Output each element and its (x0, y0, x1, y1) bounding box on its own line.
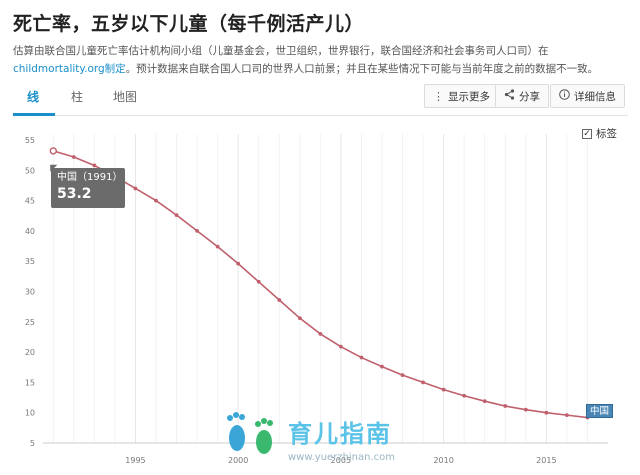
description-text: 估算由联合国儿童死亡率估计机构间小组（儿童基金会，世卫组织，世界银行，联合国经济… (13, 45, 549, 57)
y-axis: 5 10 15 20 25 30 35 40 45 50 55 (25, 136, 35, 448)
data-point (482, 399, 487, 404)
details-button[interactable]: 详细信息 (550, 84, 625, 108)
details-label: 详细信息 (574, 90, 616, 103)
y-tick-label: 30 (25, 288, 35, 297)
data-point (297, 316, 302, 321)
y-tick-label: 5 (30, 439, 35, 448)
tooltip-label: 中国（1991） (57, 172, 123, 183)
data-point (523, 407, 528, 412)
data-point (421, 380, 425, 385)
data-point (400, 373, 405, 378)
show-more-label: 显示更多 (448, 90, 490, 103)
description-text-2: 。预计数据来自联合国人口司的世界人口前景；并且在某些情况下可能与当前年度之前的数… (125, 63, 599, 75)
data-point (215, 244, 220, 249)
y-tick-label: 55 (25, 136, 35, 145)
data-point (503, 404, 508, 408)
labels-checkbox[interactable]: ✓ (582, 128, 592, 139)
y-tick-label: 40 (25, 227, 35, 236)
x-tick-label: 2000 (228, 456, 248, 465)
labels-toggle[interactable]: ✓ 标签 (582, 126, 617, 141)
y-tick-label: 15 (25, 378, 35, 387)
show-more-button[interactable]: ⋮ 显示更多 (424, 84, 499, 108)
x-tick-label: 2010 (433, 456, 453, 465)
share-icon (504, 89, 515, 103)
y-tick-label: 10 (25, 409, 35, 418)
data-point (359, 355, 364, 360)
data-point (92, 163, 97, 168)
y-tick-label: 20 (25, 348, 35, 357)
data-point (195, 229, 199, 233)
data-point (565, 413, 569, 418)
active-tab-indicator (13, 113, 55, 116)
x-tick-label: 1995 (125, 456, 145, 465)
more-vertical-icon: ⋮ (433, 89, 444, 103)
tab-map[interactable]: 地图 (113, 88, 137, 105)
x-axis: 1995 2000 2005 2010 2015 (125, 456, 556, 465)
y-tick-label: 50 (25, 166, 35, 175)
data-point (441, 387, 446, 392)
series-layer (49, 147, 590, 420)
data-point (544, 410, 549, 415)
page-title: 死亡率，五岁以下儿童（每千例活产儿） (13, 13, 365, 35)
data-point (49, 147, 57, 155)
data-point (318, 332, 323, 336)
x-tick-label: 2005 (331, 456, 351, 465)
data-point (277, 298, 282, 302)
x-tick-label: 2015 (536, 456, 556, 465)
share-label: 分享 (519, 90, 540, 103)
data-point (256, 279, 261, 284)
data-point (174, 213, 179, 218)
description: 估算由联合国儿童死亡率估计机构间小组（儿童基金会，世卫组织，世界银行，联合国经济… (13, 42, 628, 78)
labels-toggle-label: 标签 (596, 128, 617, 140)
data-point (339, 344, 343, 349)
data-point (462, 393, 467, 398)
grid-lines (43, 134, 608, 444)
tooltip-value: 53.2 (57, 186, 92, 202)
y-tick-label: 35 (25, 257, 35, 266)
data-point (154, 198, 158, 203)
series-end-label: 中国 (586, 404, 614, 418)
source-link[interactable]: childmortality.org制定 (13, 63, 126, 75)
data-point (236, 261, 241, 266)
y-tick-label: 45 (25, 197, 35, 206)
data-point (380, 364, 384, 369)
tab-line[interactable]: 线 (27, 88, 39, 105)
data-point (133, 186, 138, 191)
info-icon (559, 89, 570, 103)
tab-bar[interactable]: 柱 (71, 88, 83, 105)
data-tooltip: 中国（1991） 53.2 (51, 168, 125, 208)
y-tick-label: 25 (25, 318, 35, 327)
share-button[interactable]: 分享 (495, 84, 549, 108)
data-point (71, 155, 76, 159)
